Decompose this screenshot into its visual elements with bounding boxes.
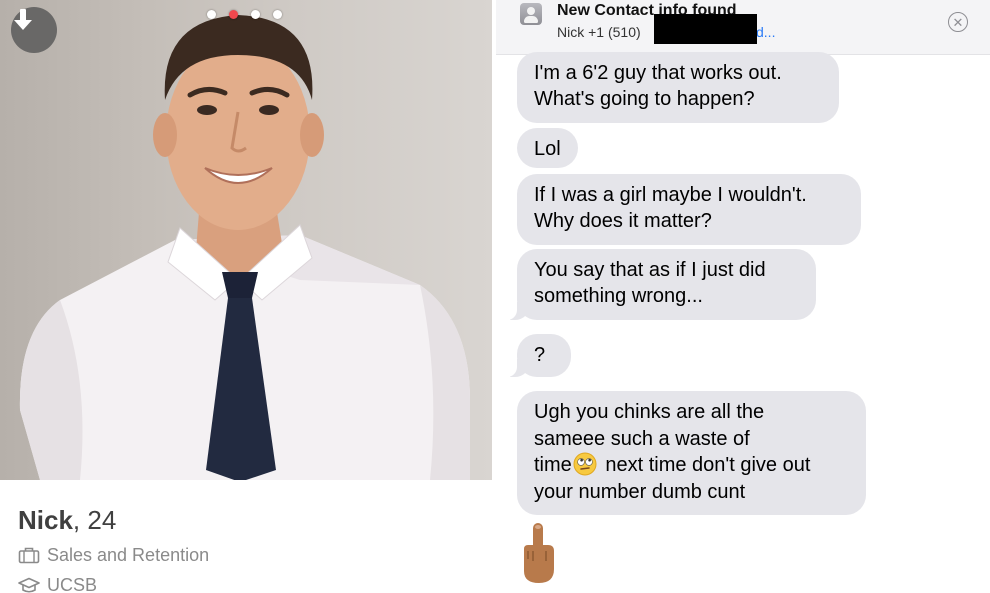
message-bubble[interactable]: If I was a girl maybe I wouldn't. Why do… <box>517 174 861 245</box>
briefcase-icon <box>18 547 40 564</box>
contact-card-icon <box>520 3 542 25</box>
graduation-cap-icon <box>18 577 40 593</box>
message-bubble[interactable]: ? <box>507 334 571 377</box>
photo-dot-2-active[interactable] <box>229 10 238 19</box>
profile-job-row: Sales and Retention <box>18 543 209 567</box>
face-with-rolling-eyes-emoji <box>573 452 597 476</box>
middle-finger-emoji[interactable] <box>518 521 558 585</box>
photo-dot-4[interactable] <box>273 10 282 19</box>
profile-info: Nick, 24 Sales and Retention UCSB <box>18 503 209 593</box>
profile-job: Sales and Retention <box>47 545 210 565</box>
message-bubble[interactable]: Lol <box>517 128 578 168</box>
new-contact-banner[interactable]: New Contact info found Nick +1 (510) d..… <box>496 0 990 55</box>
profile-photo[interactable] <box>0 0 492 480</box>
banner-subtitle-prefix: Nick +1 (510) <box>557 24 641 40</box>
download-arrow-icon <box>14 9 32 30</box>
photo-dot-1[interactable] <box>207 10 216 19</box>
message-line: What's going to happen? <box>534 88 755 110</box>
photo-pagination-dots[interactable] <box>207 10 282 19</box>
message-line: Why does it matter? <box>534 210 712 232</box>
message-bubble[interactable]: You say that as if I just did something … <box>507 249 816 320</box>
message-bubble[interactable]: I'm a 6'2 guy that works out. What's goi… <box>517 52 839 123</box>
messages-panel: New Contact info found Nick +1 (510) d..… <box>496 0 990 593</box>
message-text: next time don't give out <box>599 454 811 476</box>
profile-name: Nick <box>18 505 73 535</box>
banner-add-link[interactable]: d... <box>756 24 775 40</box>
message-text: time <box>534 454 572 476</box>
profile-school-row: UCSB <box>18 573 209 593</box>
profile-school: UCSB <box>47 575 98 593</box>
dating-profile-panel: Nick, 24 Sales and Retention UCSB <box>0 0 492 593</box>
message-line: You say that as if I just did <box>534 259 766 281</box>
close-icon[interactable]: ✕ <box>948 12 968 32</box>
profile-name-age: Nick, 24 <box>18 503 209 537</box>
redaction-bar <box>654 14 757 44</box>
message-line: something wrong... <box>534 285 703 307</box>
download-button[interactable] <box>11 7 57 53</box>
message-line-with-emoji: time next time don't give out <box>534 452 850 479</box>
message-line: Ugh you chinks are all the <box>534 401 765 423</box>
profile-photo-illustration <box>19 15 471 480</box>
banner-subtitle: Nick +1 (510) d... <box>557 24 775 40</box>
message-bubble[interactable]: Ugh you chinks are all the sameee such a… <box>517 391 866 515</box>
message-line: sameee such a waste of <box>534 427 750 450</box>
photo-dot-3[interactable] <box>251 10 260 19</box>
message-line: Lol <box>534 138 561 160</box>
message-line: your number dumb cunt <box>534 480 746 503</box>
message-line: ? <box>534 344 546 366</box>
profile-age: , 24 <box>72 505 117 535</box>
message-line: If I was a girl maybe I wouldn't. <box>534 184 807 206</box>
message-line: I'm a 6'2 guy that works out. <box>534 62 782 84</box>
